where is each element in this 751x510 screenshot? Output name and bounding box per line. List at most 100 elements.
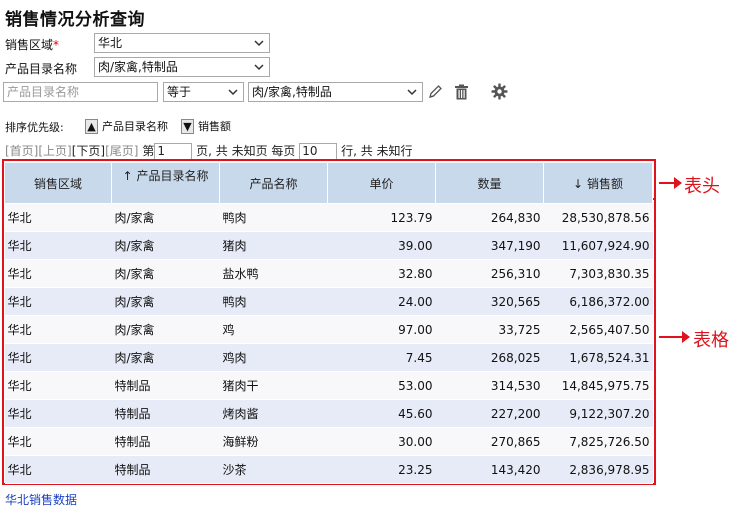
column-header-region[interactable]: 销售区域 <box>4 162 112 204</box>
callout-arrow-icon <box>659 331 690 343</box>
cell-sales: 1,678,524.31 <box>543 343 653 372</box>
edit-pencil-icon[interactable] <box>427 84 443 100</box>
pager-rows-input[interactable]: 10 <box>299 143 338 160</box>
cell-region: 华北 <box>4 427 112 456</box>
condition-value-select[interactable]: 肉/家禽,特制品 <box>248 82 423 102</box>
table-row: 华北 肉/家禽 猪肉 39.00 347,190 11,607,924.90 <box>4 231 653 260</box>
cell-region: 华北 <box>4 287 112 316</box>
callout-header-label: 表头 <box>684 176 720 197</box>
trash-icon[interactable] <box>454 84 469 100</box>
table-row: 华北 特制品 海鲜粉 30.00 270,865 7,825,726.50 <box>4 427 653 456</box>
cell-product: 鸡肉 <box>219 343 328 372</box>
pager-last-link[interactable]: [尾页] <box>105 144 138 158</box>
table-row: 华北 肉/家禽鸡 97.00 33,725 2,565,407.50 <box>4 315 653 344</box>
cell-quantity: 347,190 <box>435 231 544 260</box>
cell-region: 华北 <box>4 343 112 372</box>
cell-quantity: 143,420 <box>435 455 544 484</box>
table-row: 华北 特制品 沙茶 23.25 143,420 2,836,978.95 <box>4 455 653 484</box>
pager-next-link[interactable]: [下页] <box>72 144 105 158</box>
cell-product: 鸭肉 <box>219 203 328 232</box>
cell-product: 烤肉酱 <box>219 399 328 428</box>
cell-catalog: 肉/家禽 <box>111 231 220 260</box>
pager-page-input[interactable]: 1 <box>154 143 193 160</box>
pager-rows-suffix: 行, 共 未知行 <box>341 144 413 158</box>
cell-sales: 7,303,830.35 <box>543 259 653 288</box>
table-row: 华北 肉/家禽 鸡肉 7.45 268,025 1,678,524.31 <box>4 343 653 372</box>
cell-price: 45.60 <box>327 399 436 428</box>
column-header-sales[interactable]: ↓ 销售额 <box>543 162 653 204</box>
condition-operator-value: 等于 <box>167 85 192 99</box>
cell-price: 97.00 <box>327 315 436 344</box>
cell-region: 华北 <box>4 259 112 288</box>
condition-value-text: 肉/家禽,特制品 <box>252 85 332 99</box>
table-row: 华北 特制品 猪肉干 53.00 314,530 14,845,975.75 <box>4 371 653 400</box>
condition-operator-select[interactable]: 等于 <box>163 82 244 102</box>
cell-price: 30.00 <box>327 427 436 456</box>
cell-quantity: 320,565 <box>435 287 544 316</box>
pager-page-prefix: 第 <box>142 144 155 158</box>
region-label-text: 销售区域 <box>5 38 54 52</box>
gear-icon[interactable] <box>491 83 508 100</box>
region-label: 销售区域* <box>5 36 59 53</box>
cell-catalog: 肉/家禽 <box>111 259 220 288</box>
cell-sales: 28,530,878.56 <box>543 203 653 232</box>
cell-quantity: 264,830 <box>435 203 544 232</box>
column-header-catalog[interactable]: ↑ 产品目录名称 <box>111 162 220 204</box>
cell-price: 39.00 <box>327 231 436 260</box>
cell-quantity: 256,310 <box>435 259 544 288</box>
region-select[interactable]: 华北 <box>94 33 270 53</box>
cell-region: 华北 <box>4 371 112 400</box>
column-header-label: 单价 <box>369 176 394 191</box>
cell-quantity: 227,200 <box>435 399 544 428</box>
pager-first-link[interactable]: [首页] <box>5 144 38 158</box>
cell-catalog: 特制品 <box>111 399 220 428</box>
cell-price: 24.00 <box>327 287 436 316</box>
cell-product: 猪肉 <box>219 231 328 260</box>
cell-quantity: 314,530 <box>435 371 544 400</box>
table-header-row: 销售区域 ↑ 产品目录名称 产品名称 单价 数量 ↓ 销售额 <box>4 162 653 204</box>
cell-quantity: 268,025 <box>435 343 544 372</box>
sort-item-catalog[interactable]: ▲ 产品目录名称 <box>85 118 168 134</box>
cell-region: 华北 <box>4 203 112 232</box>
callout-table-label: 表格 <box>693 330 729 351</box>
sort-item-sales[interactable]: ▼ 销售额 <box>181 118 231 134</box>
cell-sales: 2,836,978.95 <box>543 455 653 484</box>
cell-catalog: 特制品 <box>111 427 220 456</box>
callout-arrow-icon <box>659 177 682 189</box>
column-header-quantity[interactable]: 数量 <box>435 162 544 204</box>
cell-catalog: 肉/家禽 <box>111 203 220 232</box>
cell-product: 鸡 <box>219 315 328 344</box>
cell-quantity: 33,725 <box>435 315 544 344</box>
sales-table: 销售区域 ↑ 产品目录名称 产品名称 单价 数量 ↓ 销售额 华北 肉/家禽 鸭肉 1… <box>4 162 653 484</box>
chevron-down-icon <box>407 89 417 96</box>
sort-desc-arrow-icon: ↓ <box>573 176 584 191</box>
cell-quantity: 270,865 <box>435 427 544 456</box>
cell-catalog: 肉/家禽 <box>111 287 220 316</box>
table-row: 华北 肉/家禽 盐水鸭 32.80 256,310 7,303,830.35 <box>4 259 653 288</box>
table-row: 华北 肉/家禽 鸭肉 24.00 320,565 6,186,372.00 <box>4 287 653 316</box>
sort-asc-icon: ▲ <box>85 118 98 134</box>
cell-price: 123.79 <box>327 203 436 232</box>
cell-price: 32.80 <box>327 259 436 288</box>
cell-region: 华北 <box>4 455 112 484</box>
cell-catalog: 特制品 <box>111 371 220 400</box>
condition-field-input[interactable]: 产品目录名称 <box>3 82 158 102</box>
column-header-label: 数量 <box>477 176 502 191</box>
sort-item-label: 产品目录名称 <box>102 120 168 133</box>
cell-sales: 11,607,924.90 <box>543 231 653 260</box>
cell-sales: 14,845,975.75 <box>543 371 653 400</box>
column-header-label: 产品目录名称 <box>136 169 209 183</box>
catalog-select[interactable]: 肉/家禽,特制品 <box>94 57 270 77</box>
footer-link[interactable]: 华北销售数据 <box>5 491 77 508</box>
column-header-price[interactable]: 单价 <box>327 162 436 204</box>
cell-product: 鸭肉 <box>219 287 328 316</box>
column-header-label: 产品名称 <box>249 176 298 191</box>
column-header-product[interactable]: 产品名称 <box>219 162 328 204</box>
pager: [首页][上页][下页][尾页] 第1 页, 共 未知页 每页 10 行, 共 … <box>5 142 413 160</box>
chevron-down-icon <box>254 40 264 47</box>
cell-region: 华北 <box>4 231 112 260</box>
cell-product: 海鲜粉 <box>219 427 328 456</box>
cell-sales: 7,825,726.50 <box>543 427 653 456</box>
column-header-label: 销售额 <box>586 176 623 191</box>
pager-prev-link[interactable]: [上页] <box>38 144 71 158</box>
